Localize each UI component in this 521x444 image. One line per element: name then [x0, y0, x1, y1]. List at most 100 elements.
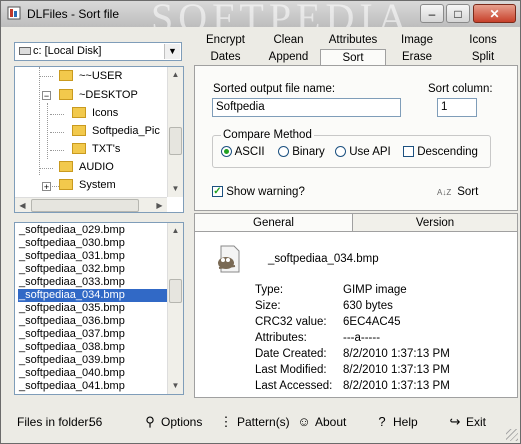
file-list-item[interactable]: _softpediaa_034.bmp [18, 289, 167, 302]
info-crc-label: CRC32 value: [255, 316, 327, 328]
tab-encrypt[interactable]: Encrypt [194, 32, 257, 48]
radio-on-icon [221, 146, 232, 158]
tab-version[interactable]: Version [353, 214, 517, 232]
radio-binary[interactable]: Binary [278, 146, 325, 158]
help-button[interactable]: ? Help [375, 411, 417, 433]
scroll-thumb[interactable] [169, 279, 182, 303]
tree-item-user[interactable]: ~~USER [59, 68, 122, 85]
maximize-button[interactable]: □ [446, 4, 470, 23]
info-filename: _softpediaa_034.bmp [268, 253, 379, 265]
output-file-input[interactable]: Softpedia [212, 98, 401, 117]
folder-open-icon [59, 88, 73, 100]
tree-item-softpedia-pic[interactable]: Softpedia_Pic [72, 123, 160, 140]
function-tabs: Encrypt Clean Attributes Image Icons Dat… [194, 32, 518, 66]
tab-dates[interactable]: Dates [194, 49, 257, 65]
tab-attributes[interactable]: Attributes [320, 32, 386, 48]
tab-append[interactable]: Append [257, 49, 320, 65]
info-accessed-label: Last Accessed: [255, 380, 333, 392]
output-file-label: Sorted output file name: [213, 83, 336, 95]
disk-icon [19, 47, 31, 56]
patterns-icon: ⋮ [219, 414, 233, 429]
file-list-item[interactable]: _softpediaa_030.bmp [19, 237, 167, 250]
scroll-up-icon[interactable]: ▲ [168, 223, 183, 238]
folder-tree[interactable]: ~~USER − ~DESKTOP Icons Softpedia_Pic TX… [14, 66, 184, 213]
status-bar: Files in folder: 56 ⚲ Options ⋮ Pattern(s)… [1, 403, 520, 443]
tree-horizontal-scrollbar[interactable]: ◀ ▶ [15, 197, 167, 212]
patterns-button[interactable]: ⋮ Pattern(s) [219, 411, 290, 433]
scroll-thumb[interactable] [31, 199, 139, 212]
info-attributes-label: Attributes: [255, 332, 307, 344]
tab-split[interactable]: Split [448, 49, 518, 65]
app-icon [7, 6, 21, 20]
compare-method-title: Compare Method [221, 129, 314, 141]
file-list-item[interactable]: _softpediaa_035.bmp [19, 302, 167, 315]
tab-erase[interactable]: Erase [386, 49, 448, 65]
sort-panel: Sorted output file name: Softpedia Sort … [194, 65, 518, 211]
sort-column-input[interactable]: 1 [437, 98, 477, 117]
radio-use-api[interactable]: Use API [335, 146, 391, 158]
collapse-icon[interactable]: − [42, 91, 51, 101]
file-list-item[interactable]: _softpediaa_032.bmp [19, 263, 167, 276]
options-button[interactable]: ⚲ Options [143, 411, 202, 433]
file-list-item[interactable]: _softpediaa_039.bmp [19, 354, 167, 367]
tab-general[interactable]: General [195, 214, 353, 232]
close-button[interactable]: ✕ [473, 4, 516, 23]
folder-icon [72, 142, 86, 154]
file-list-item[interactable]: _softpediaa_033.bmp [19, 276, 167, 289]
show-warning-checkbox[interactable]: ✓ Show warning? [212, 186, 305, 198]
info-modified-value: 8/2/2010 1:37:13 PM [343, 364, 450, 376]
tab-clean[interactable]: Clean [257, 32, 320, 48]
scroll-up-icon[interactable]: ▲ [168, 67, 183, 82]
folder-icon [72, 124, 86, 136]
sort-az-icon: A↓Z [437, 188, 452, 197]
tab-image[interactable]: Image [386, 32, 448, 48]
folder-icon [59, 160, 73, 172]
close-icon: ✕ [489, 7, 500, 21]
tree-item-system[interactable]: System [59, 177, 116, 194]
radio-off-icon [335, 146, 346, 158]
radio-off-icon [278, 146, 289, 158]
scroll-thumb[interactable] [169, 127, 182, 155]
tab-sort[interactable]: Sort [320, 49, 386, 65]
scroll-down-icon[interactable]: ▼ [168, 378, 183, 393]
tree-item-txts[interactable]: TXT's [72, 141, 120, 158]
tree-item-audio[interactable]: AUDIO [59, 159, 114, 176]
tree-item-icons[interactable]: Icons [72, 105, 118, 122]
files-in-folder-label: Files in folder: [17, 415, 92, 429]
resize-grip[interactable] [506, 429, 518, 441]
tree-item-desktop[interactable]: ~DESKTOP [59, 87, 138, 104]
file-list-item[interactable]: _softpediaa_037.bmp [19, 328, 167, 341]
scroll-right-icon[interactable]: ▶ [152, 198, 167, 212]
file-list-scrollbar[interactable]: ▲ ▼ [167, 223, 183, 394]
info-modified-label: Last Modified: [255, 364, 327, 376]
descending-checkbox[interactable]: Descending [403, 146, 478, 158]
folder-icon [59, 178, 73, 190]
tree-vertical-scrollbar[interactable]: ▲ ▼ [167, 67, 183, 197]
scroll-down-icon[interactable]: ▼ [168, 181, 183, 196]
file-list[interactable]: ▲ ▼ _softpediaa_029.bmp _softpediaa_030.b… [14, 222, 184, 395]
file-list-item[interactable]: _softpediaa_036.bmp [19, 315, 167, 328]
maximize-icon: □ [454, 7, 462, 21]
radio-ascii[interactable]: ASCII [221, 146, 265, 158]
file-list-item[interactable]: _softpediaa_038.bmp [19, 341, 167, 354]
exit-button[interactable]: ↪ Exit [448, 411, 486, 433]
file-list-item[interactable]: _softpediaa_040.bmp [19, 367, 167, 380]
expand-icon[interactable]: + [42, 182, 51, 192]
info-created-value: 8/2/2010 1:37:13 PM [343, 348, 450, 360]
about-button[interactable]: ☺ About [297, 411, 346, 433]
file-list-item[interactable]: _softpediaa_031.bmp [19, 250, 167, 263]
sort-button[interactable]: A↓Z Sort [437, 186, 478, 198]
chevron-down-icon[interactable]: ▼ [164, 44, 180, 59]
tab-icons[interactable]: Icons [448, 32, 518, 48]
file-list-item[interactable]: _softpediaa_029.bmp [19, 224, 167, 237]
scroll-left-icon[interactable]: ◀ [15, 198, 30, 212]
drive-select[interactable]: c: [Local Disk] ▼ [14, 42, 182, 61]
checkbox-checked-icon: ✓ [212, 186, 223, 198]
window-title: DLFiles - Sort file [27, 7, 120, 21]
file-list-item[interactable]: _softpediaa_041.bmp [19, 380, 167, 393]
app-window: SOFTPEDIA DLFiles - Sort file – □ ✕ c: [… [0, 0, 521, 444]
about-icon: ☺ [297, 414, 311, 429]
folder-icon [72, 106, 86, 118]
watermark-text: SOFTPEDIA [151, 1, 412, 27]
minimize-button[interactable]: – [420, 4, 444, 23]
